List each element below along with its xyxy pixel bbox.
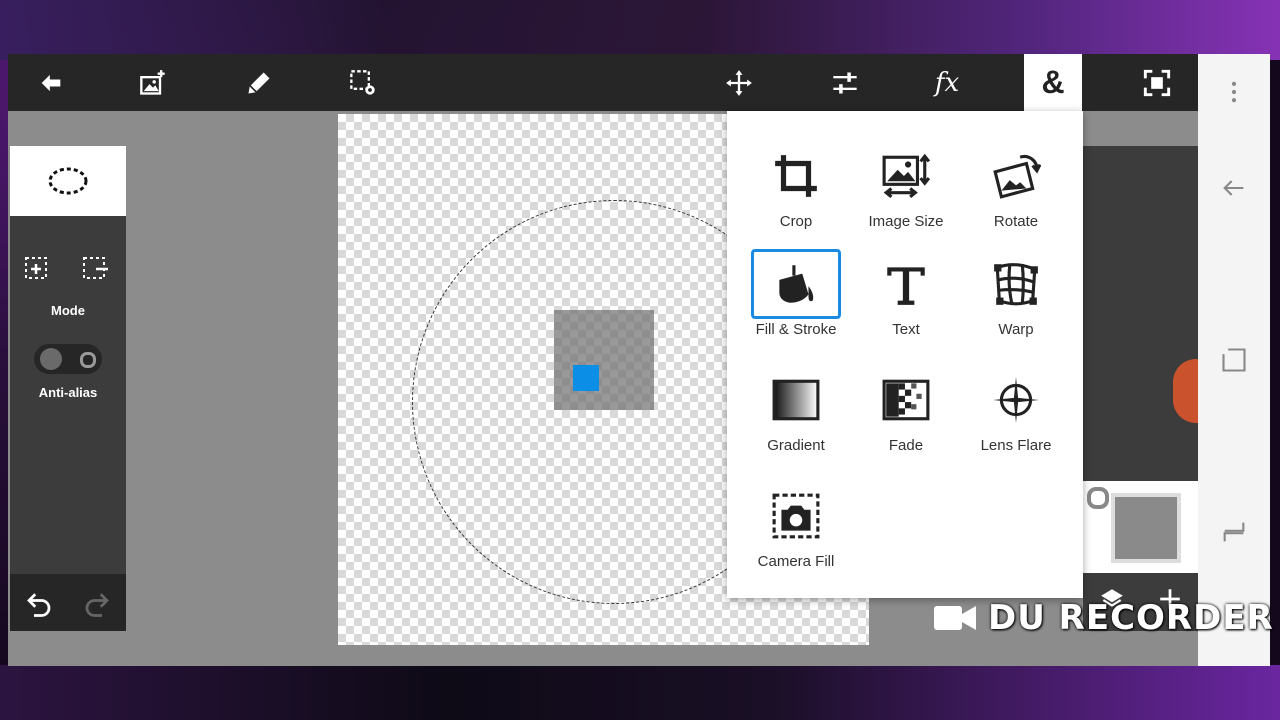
fullscreen-icon[interactable] bbox=[1138, 64, 1176, 102]
app-screen: fx & Mode Anti-alias Crop Image Size Rot… bbox=[8, 54, 1270, 666]
move-icon[interactable] bbox=[720, 64, 758, 102]
fx-icon[interactable]: fx bbox=[928, 64, 966, 102]
menu-item-text[interactable]: Text bbox=[851, 249, 961, 353]
ellipse-select-tool[interactable] bbox=[10, 146, 126, 216]
layer-thumbnail bbox=[1111, 493, 1181, 563]
menu-label: Gradient bbox=[767, 437, 825, 454]
mode-label: Mode bbox=[51, 303, 85, 318]
camera-fill-icon bbox=[751, 481, 841, 551]
toggle-ring bbox=[80, 352, 96, 368]
menu-label: Fade bbox=[888, 437, 924, 454]
menu-item-lens-flare[interactable]: Lens Flare bbox=[961, 365, 1071, 469]
menu-label: Warp bbox=[998, 321, 1034, 338]
gradient-icon bbox=[751, 365, 841, 435]
text-icon bbox=[861, 249, 951, 319]
add-image-icon[interactable] bbox=[134, 64, 172, 102]
nav-back-icon[interactable] bbox=[1218, 172, 1250, 204]
undo-icon[interactable] bbox=[24, 588, 54, 623]
nav-home-icon[interactable] bbox=[1218, 344, 1250, 376]
blue-square bbox=[573, 365, 599, 391]
nav-recents-icon[interactable] bbox=[1218, 516, 1250, 548]
menu-item-fill-stroke[interactable]: Fill & Stroke bbox=[741, 249, 851, 353]
menu-label: Rotate bbox=[993, 213, 1039, 230]
lens-flare-icon bbox=[971, 365, 1061, 435]
system-nav-bar bbox=[1198, 54, 1270, 666]
menu-item-camera-fill[interactable]: Camera Fill bbox=[741, 481, 851, 585]
more-tools-menu: Crop Image Size Rotate Fill & Stroke Tex… bbox=[727, 111, 1083, 598]
menu-item-fade[interactable]: Fade bbox=[851, 365, 961, 469]
menu-item-crop[interactable]: Crop bbox=[741, 141, 851, 245]
redo-icon[interactable] bbox=[82, 588, 112, 623]
menu-item-rotate[interactable]: Rotate bbox=[961, 141, 1071, 245]
watermark-text: DU RECORDER bbox=[988, 598, 1274, 638]
menu-label: Camera Fill bbox=[757, 553, 835, 570]
menu-label: Lens Flare bbox=[980, 437, 1052, 454]
top-toolbar: fx & bbox=[8, 54, 1198, 111]
menu-item-image-size[interactable]: Image Size bbox=[851, 141, 961, 245]
fade-icon bbox=[861, 365, 951, 435]
brush-icon[interactable] bbox=[240, 64, 278, 102]
menu-label: Text bbox=[892, 321, 920, 338]
du-recorder-watermark: DU RECORDER bbox=[932, 598, 1274, 638]
toggle-knob bbox=[40, 348, 62, 370]
image-size-icon bbox=[861, 141, 951, 211]
menu-label: Image Size bbox=[868, 213, 944, 230]
layer-visibility-icon[interactable] bbox=[1087, 487, 1109, 509]
selection-options-panel: Mode Anti-alias bbox=[10, 146, 126, 631]
crop-icon bbox=[751, 141, 841, 211]
selection-settings-icon[interactable] bbox=[344, 64, 382, 102]
overflow-menu-icon[interactable] bbox=[1218, 76, 1250, 108]
menu-item-warp[interactable]: Warp bbox=[961, 249, 1071, 353]
fx-label: fx bbox=[934, 68, 960, 98]
background-bottom bbox=[0, 665, 1280, 720]
back-arrow-icon[interactable] bbox=[32, 64, 70, 102]
menu-label: Fill & Stroke bbox=[755, 321, 837, 338]
antialias-label: Anti-alias bbox=[38, 385, 98, 400]
video-camera-icon bbox=[934, 606, 976, 630]
adjustments-icon[interactable] bbox=[826, 64, 864, 102]
fill-stroke-icon bbox=[751, 249, 841, 319]
background-top bbox=[0, 0, 1280, 60]
tab-more-tools[interactable]: & bbox=[1024, 54, 1082, 111]
antialias-toggle[interactable] bbox=[34, 344, 102, 374]
gray-layer-preview bbox=[554, 310, 654, 410]
ampersand-icon: & bbox=[1041, 64, 1065, 100]
menu-label: Crop bbox=[779, 213, 813, 230]
menu-item-gradient[interactable]: Gradient bbox=[741, 365, 851, 469]
add-selection-icon[interactable] bbox=[24, 254, 54, 287]
layer-item[interactable] bbox=[1083, 481, 1198, 573]
ellipse-selection-icon bbox=[48, 167, 88, 195]
warp-icon bbox=[971, 249, 1061, 319]
rotate-icon bbox=[971, 141, 1061, 211]
subtract-selection-icon[interactable] bbox=[82, 254, 112, 287]
history-bar bbox=[10, 574, 126, 631]
